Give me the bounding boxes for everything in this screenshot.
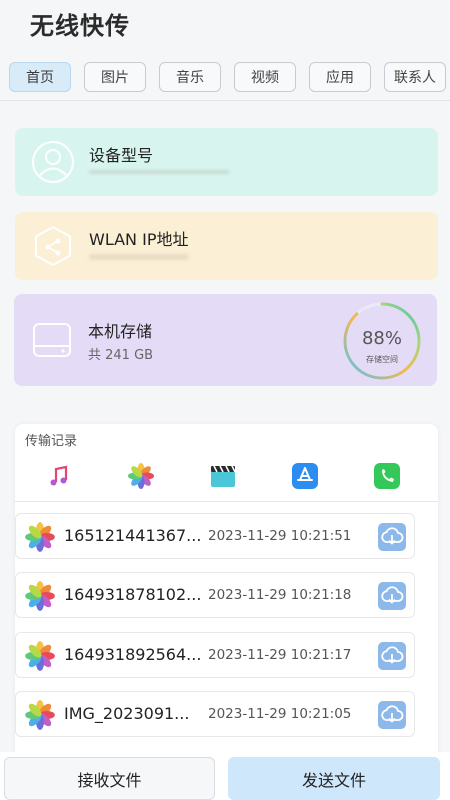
photos-icon[interactable]	[127, 462, 155, 490]
cloud-download-icon[interactable]	[378, 701, 406, 729]
tab-images[interactable]: 图片	[84, 62, 146, 92]
tab-music[interactable]: 音乐	[159, 62, 221, 92]
records-divider	[15, 501, 438, 502]
wlan-ip-card: WLAN IP地址	[15, 212, 438, 280]
local-storage-card: 本机存储 共 241 GB 88% 存储空间	[14, 294, 437, 386]
transfer-record-row[interactable]: IMG_2023091... 2023-11-29 10:21:05	[15, 691, 415, 737]
tab-contacts[interactable]: 联系人	[384, 62, 446, 92]
network-hexagon-icon	[31, 224, 75, 268]
transfer-record-row[interactable]: 164931892564... 2023-11-29 10:21:17	[15, 632, 415, 678]
music-icon[interactable]	[45, 462, 73, 490]
cloud-download-icon[interactable]	[378, 642, 406, 670]
device-model-card: 设备型号	[15, 128, 438, 196]
record-time: 2023-11-29 10:21:51	[208, 528, 352, 544]
cloud-download-icon[interactable]	[378, 582, 406, 610]
category-tabs: 首页 图片 音乐 视频 应用 联系人	[0, 62, 450, 94]
record-time: 2023-11-29 10:21:05	[208, 706, 352, 722]
storage-ring-label: 存储空间	[366, 355, 398, 364]
transfer-records-title: 传输记录	[25, 434, 78, 449]
device-model-value-redacted	[89, 170, 229, 174]
person-circle-icon	[31, 140, 75, 184]
photos-icon	[24, 640, 56, 672]
send-file-button[interactable]: 发送文件	[228, 757, 440, 800]
record-file-name: 164931878102...	[64, 585, 202, 604]
tab-home[interactable]: 首页	[9, 62, 71, 92]
record-file-name: 164931892564...	[64, 645, 202, 664]
record-time: 2023-11-29 10:21:17	[208, 647, 352, 663]
local-storage-label: 本机存储	[88, 322, 153, 341]
video-clapper-icon[interactable]	[209, 462, 237, 490]
wlan-ip-label: WLAN IP地址	[89, 230, 189, 249]
record-file-name: 165121441367...	[64, 526, 202, 545]
record-time: 2023-11-29 10:21:18	[208, 587, 352, 603]
receive-file-button[interactable]: 接收文件	[4, 757, 215, 800]
storage-total: 共 241 GB	[88, 348, 154, 363]
phone-icon[interactable]	[373, 462, 401, 490]
drive-icon	[30, 318, 74, 362]
tab-apps[interactable]: 应用	[309, 62, 371, 92]
record-file-name: IMG_2023091...	[64, 704, 190, 723]
app-store-icon[interactable]	[291, 462, 319, 490]
storage-percent: 88%	[361, 328, 402, 349]
header-divider	[0, 100, 450, 101]
device-model-label: 设备型号	[89, 146, 154, 165]
photos-icon	[24, 580, 56, 612]
photos-icon	[24, 521, 56, 553]
photos-icon	[24, 699, 56, 731]
tab-video[interactable]: 视频	[234, 62, 296, 92]
wlan-ip-value-redacted	[89, 254, 189, 260]
app-title: 无线快传	[30, 12, 130, 40]
transfer-record-row[interactable]: 165121441367... 2023-11-29 10:21:51	[15, 513, 415, 559]
cloud-download-icon[interactable]	[378, 523, 406, 551]
transfer-record-row[interactable]: 164931878102... 2023-11-29 10:21:18	[15, 572, 415, 618]
